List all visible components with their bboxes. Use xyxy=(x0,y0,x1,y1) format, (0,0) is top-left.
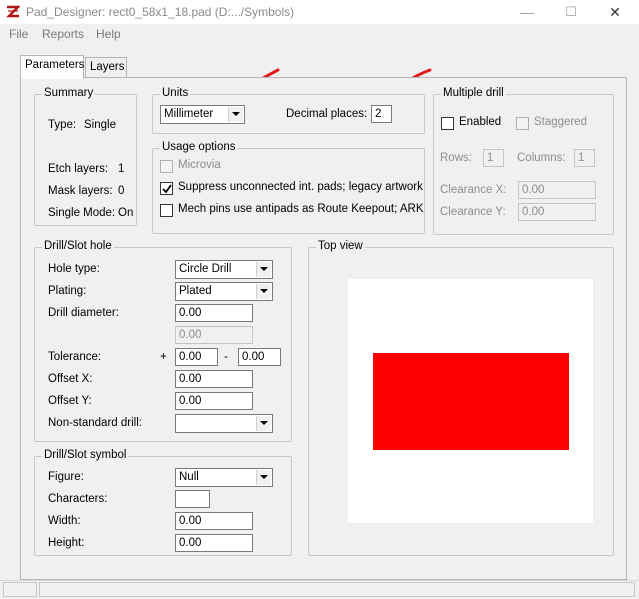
summary-title: Summary xyxy=(42,87,96,99)
columns-input[interactable]: 1 xyxy=(574,149,595,167)
drill-diameter-input[interactable]: 0.00 xyxy=(175,304,253,322)
symbol-width-label: Width: xyxy=(48,515,81,527)
plating-dropdown[interactable]: Plated xyxy=(175,282,273,301)
single-mode-label: Single Mode: xyxy=(48,207,116,219)
symbol-width-input[interactable]: 0.00 xyxy=(175,512,253,530)
drill-slot-symbol-group: Drill/Slot symbol Figure: Null Character… xyxy=(34,449,292,556)
plating-label: Plating: xyxy=(48,285,87,297)
type-label: Type: xyxy=(48,119,77,131)
clearance-y-label: Clearance Y: xyxy=(440,206,506,218)
type-value: Single xyxy=(84,119,116,131)
mech-pins-checkbox[interactable] xyxy=(160,204,173,217)
microvia-checkbox[interactable] xyxy=(160,160,173,173)
tolerance-plus-input[interactable]: 0.00 xyxy=(175,348,218,366)
drill-slot-hole-group: Drill/Slot hole Hole type: Circle Drill … xyxy=(34,240,292,442)
suppress-checkbox[interactable] xyxy=(160,182,173,195)
pad-shape xyxy=(373,353,569,450)
units-group: Units Millimeter Decimal places: 2 xyxy=(152,87,425,134)
figure-dropdown[interactable]: Null xyxy=(175,468,273,487)
multiple-drill-group: Multiple drill Enabled Staggered Rows: 1… xyxy=(433,87,614,235)
decimal-places-input[interactable]: 2 xyxy=(371,105,392,123)
hole-type-value: Circle Drill xyxy=(179,263,232,275)
chevron-down-icon xyxy=(256,284,271,299)
offset-x-label: Offset X: xyxy=(48,373,93,385)
columns-label: Columns: xyxy=(517,152,566,164)
menu-file[interactable]: File xyxy=(9,27,28,41)
rows-label: Rows: xyxy=(440,152,472,164)
non-standard-drill-dropdown[interactable] xyxy=(175,414,273,433)
tolerance-label: Tolerance: xyxy=(48,351,102,363)
chevron-down-icon xyxy=(256,262,271,277)
enabled-label: Enabled xyxy=(459,116,502,128)
decimal-places-label: Decimal places: xyxy=(286,108,368,120)
close-button[interactable]: ✕ xyxy=(600,2,630,22)
hole-type-label: Hole type: xyxy=(48,263,100,275)
rows-input[interactable]: 1 xyxy=(483,149,504,167)
tolerance-minus-input[interactable]: 0.00 xyxy=(238,348,281,366)
symbol-height-label: Height: xyxy=(48,537,85,549)
suppress-label: Suppress unconnected int. pads; legacy a… xyxy=(178,181,423,193)
enabled-checkbox[interactable] xyxy=(441,117,454,130)
menu-reports[interactable]: Reports xyxy=(42,27,84,41)
chevron-down-icon xyxy=(228,107,243,122)
symbol-height-input[interactable]: 0.00 xyxy=(175,534,253,552)
drill-slot-hole-title: Drill/Slot hole xyxy=(42,240,114,252)
figure-value: Null xyxy=(179,471,199,483)
clearance-x-label: Clearance X: xyxy=(440,184,507,196)
units-title: Units xyxy=(160,87,191,99)
plating-value: Plated xyxy=(179,285,212,297)
drill-diameter-label: Drill diameter: xyxy=(48,307,119,319)
etch-layers-label: Etch layers: xyxy=(48,163,109,175)
tolerance-plus-sign: + xyxy=(160,351,167,363)
staggered-checkbox[interactable] xyxy=(516,117,529,130)
clearance-y-input[interactable]: 0.00 xyxy=(518,203,596,221)
microvia-label: Microvia xyxy=(178,159,221,171)
offset-y-label: Offset Y: xyxy=(48,395,92,407)
characters-label: Characters: xyxy=(48,493,108,505)
units-dropdown-value: Millimeter xyxy=(164,108,214,120)
minimize-button[interactable]: — xyxy=(512,2,542,22)
clearance-x-input[interactable]: 0.00 xyxy=(518,181,596,199)
menu-help[interactable]: Help xyxy=(96,27,121,41)
offset-x-input[interactable]: 0.00 xyxy=(175,370,253,388)
status-segment-2 xyxy=(39,582,635,597)
chevron-down-icon xyxy=(256,416,271,431)
parameters-panel: Summary Type: Single Etch layers: 1 Mask… xyxy=(20,77,627,580)
drill-slot-symbol-title: Drill/Slot symbol xyxy=(42,449,129,461)
top-view-group: Top view xyxy=(308,240,614,556)
summary-group: Summary Type: Single Etch layers: 1 Mask… xyxy=(34,87,137,226)
checkmark-icon xyxy=(162,184,172,194)
app-icon xyxy=(6,5,21,19)
chevron-down-icon xyxy=(256,470,271,485)
tab-parameters[interactable]: Parameters xyxy=(20,55,84,79)
top-view-canvas[interactable] xyxy=(348,279,593,523)
etch-layers-value: 1 xyxy=(118,163,125,175)
window-title: Pad_Designer: rect0_58x1_18.pad (D:.../S… xyxy=(26,5,295,19)
tolerance-minus-sign: - xyxy=(224,351,228,363)
units-dropdown[interactable]: Millimeter xyxy=(160,105,245,124)
mech-pins-label: Mech pins use antipads as Route Keepout;… xyxy=(178,203,424,215)
usage-options-title: Usage options xyxy=(160,141,238,153)
top-view-title: Top view xyxy=(316,240,365,252)
mask-layers-value: 0 xyxy=(118,185,125,197)
maximize-button[interactable]: ☐ xyxy=(556,2,586,22)
figure-label: Figure: xyxy=(48,471,84,483)
single-mode-value: On xyxy=(118,207,134,219)
mask-layers-label: Mask layers: xyxy=(48,185,113,197)
tab-layers[interactable]: Layers xyxy=(85,57,127,79)
usage-options-group: Usage options Microvia Suppress unconnec… xyxy=(152,141,425,234)
drill-diameter-secondary-input[interactable]: 0.00 xyxy=(175,326,253,344)
multiple-drill-title: Multiple drill xyxy=(441,87,506,99)
characters-input[interactable] xyxy=(175,490,210,508)
staggered-label: Staggered xyxy=(534,116,588,128)
non-standard-drill-label: Non-standard drill: xyxy=(48,417,142,429)
offset-y-input[interactable]: 0.00 xyxy=(175,392,253,410)
hole-type-dropdown[interactable]: Circle Drill xyxy=(175,260,273,279)
status-segment-1 xyxy=(3,582,37,597)
